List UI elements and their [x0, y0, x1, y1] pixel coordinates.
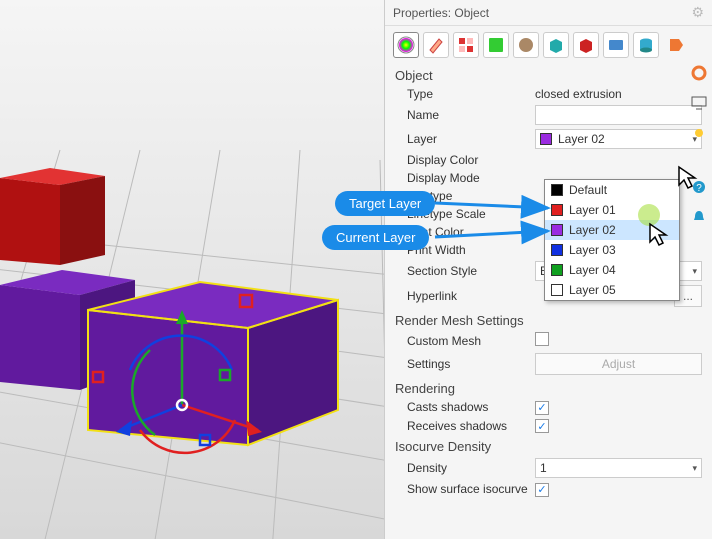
- chk-receives[interactable]: ✓: [535, 419, 549, 433]
- layer-selected-text: Layer 02: [558, 132, 605, 146]
- blue-panel-icon[interactable]: [603, 32, 629, 58]
- lbl-display-color: Display Color: [385, 153, 535, 167]
- ddopt-label: Layer 01: [569, 203, 616, 217]
- lbl-settings: Settings: [385, 357, 535, 371]
- section-isocurve: Isocurve Density: [385, 435, 712, 456]
- ddopt-label: Layer 03: [569, 243, 616, 257]
- input-name[interactable]: [535, 105, 702, 125]
- green-sheet-icon[interactable]: [483, 32, 509, 58]
- texture-icon[interactable]: [513, 32, 539, 58]
- ddopt-layer03[interactable]: Layer 03: [545, 240, 679, 260]
- click-highlight: [638, 204, 660, 226]
- section-object: Object: [385, 64, 712, 85]
- ddopt-label: Layer 04: [569, 263, 616, 277]
- lbl-hyperlink: Hyperlink: [385, 289, 535, 303]
- lbl-casts: Casts shadows: [385, 400, 535, 414]
- annot-current-layer: Current Layer: [322, 225, 429, 250]
- lbl-section-style: Section Style: [385, 264, 535, 278]
- gear-icon[interactable]: ⚙: [691, 4, 704, 21]
- orange-tag-icon[interactable]: [663, 32, 689, 58]
- lbl-show-iso: Show surface isocurve: [385, 482, 535, 496]
- teal-box-icon[interactable]: [543, 32, 569, 58]
- cyan-cylinder-icon[interactable]: [633, 32, 659, 58]
- lbl-type: Type: [385, 87, 535, 101]
- lbl-custom-mesh: Custom Mesh: [385, 334, 535, 348]
- bell-icon[interactable]: [690, 208, 708, 226]
- ddopt-layer02[interactable]: Layer 02: [545, 220, 679, 240]
- right-icon-rail: ?: [690, 64, 708, 226]
- box-selected: [88, 282, 338, 445]
- chk-custom-mesh[interactable]: [535, 332, 549, 346]
- help-icon[interactable]: ?: [690, 178, 708, 196]
- ddopt-layer04[interactable]: Layer 04: [545, 260, 679, 280]
- material-rainbow-icon[interactable]: [393, 32, 419, 58]
- layer-swatch: [540, 133, 552, 145]
- annot-target-layer: Target Layer: [335, 191, 435, 216]
- lbl-layer: Layer: [385, 132, 535, 146]
- rainbow-ring-icon[interactable]: [690, 64, 708, 82]
- sun-icon[interactable]: [690, 124, 708, 142]
- panel-icon-toolbar: [385, 26, 712, 64]
- layer-dropdown[interactable]: Default Layer 01 Layer 02 Layer 03 Layer…: [544, 179, 680, 301]
- chevron-down-icon: ▾: [692, 266, 697, 277]
- lbl-density: Density: [385, 461, 535, 475]
- val-type: closed extrusion: [535, 87, 712, 101]
- input-density[interactable]: 1▾: [535, 458, 702, 478]
- select-layer[interactable]: Layer 02 ▾: [535, 129, 702, 149]
- ddopt-label: Layer 02: [569, 223, 616, 237]
- section-render-mesh: Render Mesh Settings: [385, 309, 712, 330]
- red-disc-icon[interactable]: [573, 32, 599, 58]
- paintbrush-icon[interactable]: [423, 32, 449, 58]
- chk-show-iso[interactable]: ✓: [535, 483, 549, 497]
- ddopt-layer05[interactable]: Layer 05: [545, 280, 679, 300]
- viewport-3d[interactable]: [0, 0, 384, 539]
- lbl-name: Name: [385, 108, 535, 122]
- chevron-down-icon: ▾: [692, 463, 697, 474]
- checker-icon[interactable]: [453, 32, 479, 58]
- chk-casts[interactable]: ✓: [535, 401, 549, 415]
- ddopt-default[interactable]: Default: [545, 180, 679, 200]
- box-red: [0, 168, 105, 265]
- section-rendering: Rendering: [385, 377, 712, 398]
- panel-title: Properties: Object: [393, 6, 489, 20]
- ddopt-label: Default: [569, 183, 607, 197]
- monitor-icon[interactable]: [690, 94, 708, 112]
- svg-text:?: ?: [696, 183, 702, 194]
- density-value-text: 1: [540, 461, 547, 475]
- lbl-receives: Receives shadows: [385, 419, 535, 433]
- ddopt-label: Layer 05: [569, 283, 616, 297]
- panel-header: Properties: Object ⚙: [385, 0, 712, 26]
- lbl-display-mode: Display Mode: [385, 171, 535, 185]
- adjust-button[interactable]: Adjust: [535, 353, 702, 375]
